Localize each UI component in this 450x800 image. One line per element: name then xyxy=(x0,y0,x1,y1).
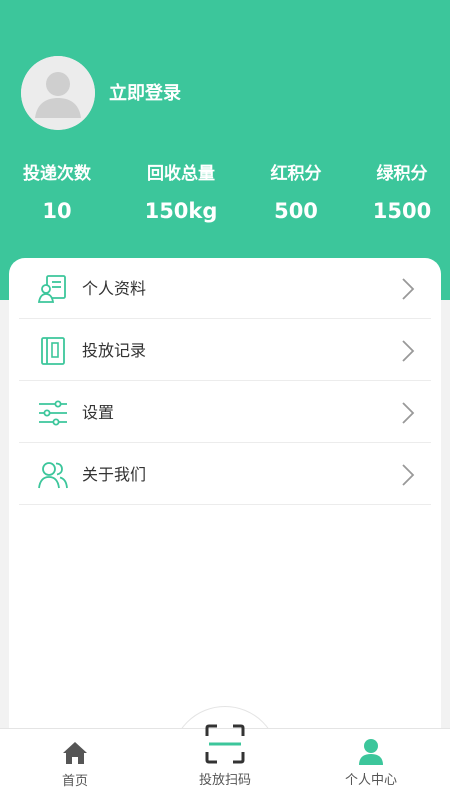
stat-red-points: 红积分 500 xyxy=(256,160,336,226)
scan-icon xyxy=(205,724,245,764)
record-book-icon xyxy=(41,337,65,365)
stat-value: 1500 xyxy=(372,199,432,223)
sliders-icon xyxy=(39,400,67,426)
tab-label: 个人中心 xyxy=(344,773,397,788)
menu-card: 个人资料 投放记录 设置 关于我们 xyxy=(9,258,441,730)
stat-value: 10 xyxy=(42,199,72,223)
menu-item-label: 设置 xyxy=(82,403,115,422)
stat-value: 150kg xyxy=(144,199,218,223)
home-icon xyxy=(63,742,87,764)
person-icon xyxy=(359,739,383,765)
profile-header: 立即登录 投递次数 10 回收总量 150kg 红积分 500 绿积分 1500 xyxy=(0,0,450,300)
menu-item-label: 个人资料 xyxy=(82,279,147,298)
stat-label: 绿积分 xyxy=(376,164,428,184)
user-placeholder-icon xyxy=(21,56,95,130)
menu-item-label: 关于我们 xyxy=(82,465,147,484)
menu-item-label: 投放记录 xyxy=(82,341,147,360)
avatar[interactable] xyxy=(21,56,95,130)
stats-row: 投递次数 10 回收总量 150kg 红积分 500 绿积分 1500 xyxy=(0,160,450,230)
stat-deliveries: 投递次数 10 xyxy=(14,160,100,226)
stat-total-weight: 回收总量 150kg xyxy=(136,160,226,226)
chevron-right-icon xyxy=(402,464,415,486)
tab-scan[interactable]: 投放扫码 xyxy=(170,720,280,800)
menu-item-records[interactable]: 投放记录 xyxy=(19,320,431,381)
profile-card-icon xyxy=(38,275,66,303)
stat-green-points: 绿积分 1500 xyxy=(362,160,442,226)
login-link[interactable]: 立即登录 xyxy=(109,82,181,106)
chevron-right-icon xyxy=(402,340,415,362)
tab-home[interactable]: 首页 xyxy=(20,729,130,800)
chevron-right-icon xyxy=(402,402,415,424)
stat-label: 投递次数 xyxy=(23,164,91,184)
menu-item-settings[interactable]: 设置 xyxy=(19,382,431,443)
stat-label: 回收总量 xyxy=(147,164,215,184)
chevron-right-icon xyxy=(402,278,415,300)
stat-value: 500 xyxy=(274,199,318,223)
stat-label: 红积分 xyxy=(270,164,322,184)
tab-label: 投放扫码 xyxy=(198,773,251,788)
menu-item-profile[interactable]: 个人资料 xyxy=(19,258,431,319)
tab-label: 首页 xyxy=(61,774,88,789)
users-icon xyxy=(38,462,68,489)
tab-me[interactable]: 个人中心 xyxy=(316,728,426,800)
menu-item-about[interactable]: 关于我们 xyxy=(19,444,431,505)
